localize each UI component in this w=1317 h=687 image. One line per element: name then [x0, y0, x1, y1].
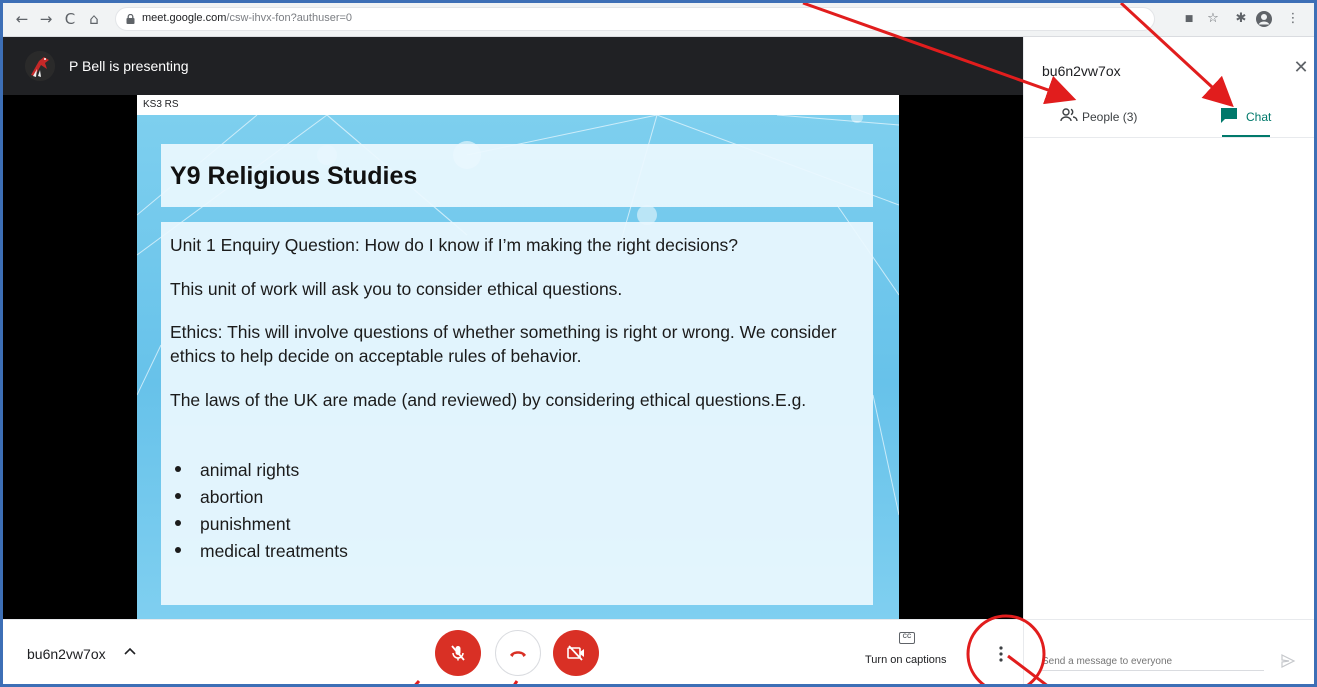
tab-divider [1024, 137, 1314, 138]
camera-off-icon [567, 645, 584, 661]
slide-paragraph: This unit of work will ask you to consid… [170, 279, 623, 299]
panel-title: bu6n2vw7ox [1042, 63, 1121, 79]
bullet-text: abortion [200, 487, 264, 507]
slide-bullet: abortion [175, 485, 263, 509]
presenter-label: P Bell is presenting [69, 58, 189, 74]
camera-indicator-icon[interactable]: ■ [1179, 9, 1199, 29]
reload-icon[interactable]: C [59, 8, 81, 30]
slide-title-box: Y9 Religious Studies [161, 144, 873, 207]
browser-menu-icon[interactable]: ⋮ [1283, 9, 1303, 29]
slide-header-label: KS3 RS [143, 99, 179, 110]
bullet-text: medical treatments [200, 541, 348, 561]
bookmark-star-icon[interactable]: ☆ [1203, 9, 1223, 29]
bullet-text: animal rights [200, 460, 300, 480]
lock-icon [126, 14, 135, 24]
presenter-bar: P Bell is presenting [3, 37, 1023, 95]
slide-header: KS3 RS [137, 95, 899, 115]
slide-paragraph: The laws of the UK are made (and reviewe… [170, 390, 807, 410]
meeting-stage: P Bell is presenting KS3 RS Y9 Religious… [3, 37, 1023, 619]
bullet-dot-icon [175, 520, 181, 527]
bullet-dot-icon [175, 547, 181, 554]
send-icon[interactable] [1280, 653, 1296, 669]
slide-bullet: animal rights [175, 458, 299, 482]
address-bar[interactable]: meet.google.com/csw-ihvx-fon?authuser=0 [115, 7, 1155, 31]
microphone-toggle-button[interactable] [435, 630, 481, 676]
forward-icon[interactable]: → [35, 8, 57, 30]
chat-icon [1221, 108, 1237, 123]
home-icon[interactable]: ⌂ [83, 8, 105, 30]
bullet-dot-icon [175, 493, 181, 500]
meeting-controls-bar: bu6n2vw7ox CC Turn on captions [3, 619, 1023, 684]
bullet-text: punishment [200, 514, 291, 534]
hang-up-icon [510, 651, 526, 657]
meeting-code[interactable]: bu6n2vw7ox [27, 646, 106, 662]
slide-body-box: Unit 1 Enquiry Question: How do I know i… [161, 222, 873, 605]
side-panel: bu6n2vw7ox ✕ People (3) Chat [1023, 37, 1314, 619]
slide-bullet: medical treatments [175, 539, 348, 563]
url-host: meet.google.com [142, 12, 227, 24]
slide-title: Y9 Religious Studies [170, 162, 418, 190]
tab-people-label: People (3) [1082, 110, 1138, 124]
leave-call-button[interactable] [495, 630, 541, 676]
slide-paragraph: Unit 1 Enquiry Question: How do I know i… [170, 235, 739, 255]
bullet-dot-icon [175, 466, 181, 473]
url-path: /csw-ihvx-fon?authuser=0 [226, 12, 353, 24]
presenter-avatar-icon [25, 51, 55, 81]
profile-avatar-icon[interactable] [1255, 10, 1273, 28]
url-text: meet.google.com/csw-ihvx-fon?authuser=0 [142, 12, 352, 24]
browser-window: ← → C ⌂ meet.google.com/csw-ihvx-fon?aut… [0, 0, 1317, 687]
slide-bullet: punishment [175, 512, 290, 536]
chat-compose-area [1023, 619, 1314, 684]
presentation-slide: KS3 RS Y9 Religious Studies Unit 1 Enqui… [137, 95, 899, 619]
extensions-icon[interactable]: ✱ [1231, 9, 1251, 29]
mic-off-icon [451, 645, 465, 661]
more-options-icon[interactable] [997, 644, 1005, 664]
slide-paragraph: Ethics: This will involve questions of w… [170, 322, 837, 366]
chat-message-input[interactable] [1042, 653, 1264, 671]
camera-toggle-button[interactable] [553, 630, 599, 676]
browser-toolbar: ← → C ⌂ meet.google.com/csw-ihvx-fon?aut… [3, 3, 1314, 37]
people-icon [1060, 108, 1078, 122]
chevron-up-icon[interactable] [123, 644, 137, 658]
back-icon[interactable]: ← [11, 8, 33, 30]
captions-icon[interactable]: CC [899, 632, 915, 644]
turn-on-captions-button[interactable]: Turn on captions [865, 654, 947, 666]
tab-chat-label: Chat [1246, 110, 1272, 124]
close-icon[interactable]: ✕ [1290, 57, 1312, 79]
